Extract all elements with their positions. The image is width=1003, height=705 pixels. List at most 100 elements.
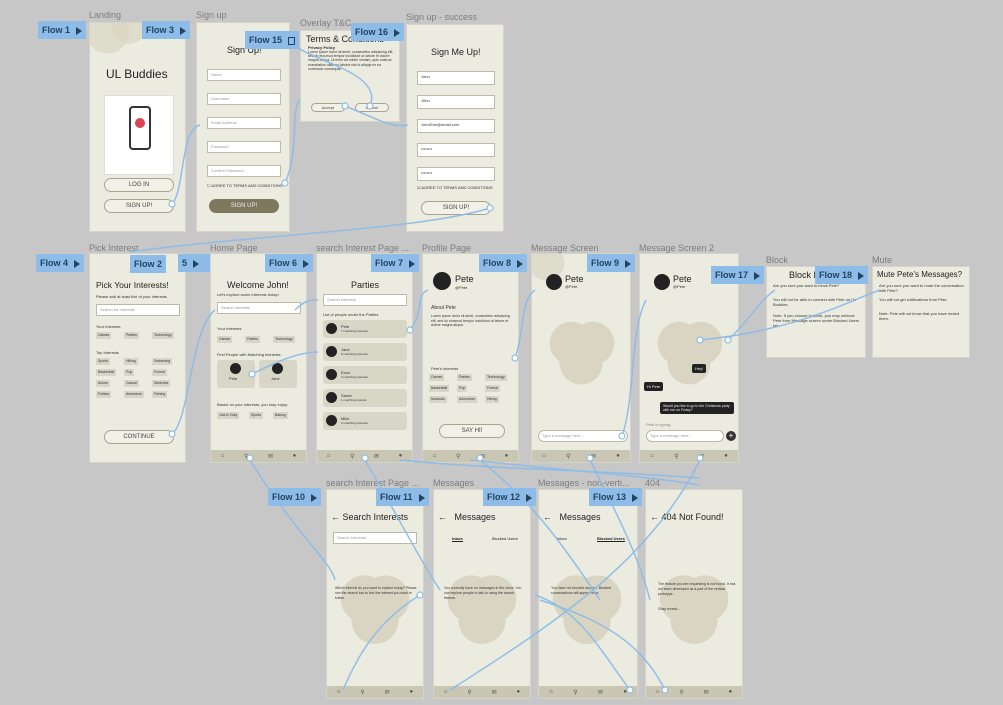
top-chip[interactable]: Sketches: [152, 380, 171, 387]
flow-start-tag[interactable]: Flow 1: [38, 21, 87, 39]
say-hi-button[interactable]: SAY HI!: [439, 424, 505, 438]
back-arrow-icon[interactable]: ←: [438, 512, 447, 522]
home-icon[interactable]: ⌂: [549, 689, 553, 695]
list-item[interactable]: Jane 5 matching interests: [323, 343, 407, 361]
search-interests-screen[interactable]: ← Search Interests Search interests Whic…: [326, 489, 424, 699]
search-icon[interactable]: ⚲: [467, 689, 471, 696]
tab-inbox[interactable]: Inbox: [452, 536, 463, 542]
flow-start-tag[interactable]: Flow 11: [376, 488, 429, 506]
top-chip[interactable]: Formal: [152, 369, 167, 376]
top-chip[interactable]: Fishing: [152, 391, 168, 398]
messages-icon[interactable]: ✉: [598, 689, 603, 696]
message2-input[interactable]: Type a message here...: [646, 430, 724, 442]
messages-blocked-screen[interactable]: ← Messages Inbox Blocked Users You have …: [538, 489, 638, 699]
list-item[interactable]: Enzo 3 matching interests: [323, 366, 407, 384]
list-item[interactable]: Mike 2 matching interests: [323, 412, 407, 430]
name-field[interactable]: Name: [207, 69, 281, 81]
bottom-nav[interactable]: ⌂ ⚲ ✉ ●: [646, 686, 742, 698]
home-icon[interactable]: ⌂: [327, 453, 331, 459]
success-username-field[interactable]: J0hn: [417, 95, 495, 109]
list-item[interactable]: Sarah 1 matching interest: [323, 389, 407, 407]
home-chip[interactable]: Games: [217, 336, 233, 343]
flow-start-tag[interactable]: Flow 4: [36, 254, 85, 272]
bottom-nav[interactable]: ⌂ ⚲ ✉ ●: [317, 450, 412, 462]
bottom-nav[interactable]: ⌂ ⚲ ✉ ●: [532, 450, 630, 462]
search-icon[interactable]: ⚲: [566, 453, 570, 460]
search-icon[interactable]: ⚲: [360, 689, 364, 696]
person-card-pete[interactable]: Pete: [217, 360, 255, 388]
message-input[interactable]: Type a message here...: [538, 430, 628, 442]
landing-screen[interactable]: UL Buddies LOG IN SIGN UP!: [89, 22, 186, 232]
back-arrow-icon[interactable]: ←: [543, 512, 552, 522]
username-field[interactable]: Username: [207, 93, 281, 105]
search-icon[interactable]: ⚲: [456, 453, 460, 460]
back-arrow-icon[interactable]: ←: [331, 512, 340, 522]
bottom-nav[interactable]: ⌂ ⚲ ✉ ●: [539, 686, 637, 698]
home-screen[interactable]: Welcome John! Let's explore some interes…: [210, 253, 307, 463]
pick-chip[interactable]: Games: [96, 332, 112, 339]
profile-icon[interactable]: ●: [724, 453, 728, 459]
top-chip[interactable]: Pop: [124, 369, 135, 376]
pick-interest-screen[interactable]: Pick Your Interests! Please add at least…: [89, 253, 186, 463]
signup-success-screen[interactable]: Sign Me Up! John J0hn JohnDoe@email.com …: [406, 24, 504, 232]
success-confirm-field[interactable]: ••••••••: [417, 167, 495, 181]
success-agree-checkbox[interactable]: ☑ AGREE TO TERMS AND CONDITIONS: [417, 185, 493, 190]
success-password-field[interactable]: ••••••••: [417, 143, 495, 157]
profile-icon[interactable]: ●: [293, 453, 297, 459]
not-found-screen[interactable]: ← 404 Not Found! The feature you are req…: [645, 489, 743, 699]
home-icon[interactable]: ⌂: [656, 689, 660, 695]
bottom-nav[interactable]: ⌂ ⚲ ✉ ●: [434, 686, 530, 698]
tab-blocked-users[interactable]: Blocked Users: [492, 536, 518, 541]
flow-start-tag[interactable]: Flow 13: [589, 488, 643, 506]
top-chip[interactable]: Casual: [124, 380, 139, 387]
bottom-nav[interactable]: ⌂ ⚲ ✉ ●: [211, 450, 306, 462]
flow-start-tag[interactable]: Flow 9: [587, 254, 636, 272]
email-field[interactable]: Email Address: [207, 117, 281, 129]
message-screen[interactable]: Pete @Pete Type a message here... ⌂ ⚲ ✉ ●: [531, 253, 631, 463]
bottom-nav[interactable]: ⌂ ⚲ ✉ ●: [423, 450, 518, 462]
pick-search-input[interactable]: Search for interests: [96, 304, 180, 316]
password-field[interactable]: Password: [207, 141, 281, 153]
flow-start-tag[interactable]: Flow 7: [371, 254, 420, 272]
home-icon[interactable]: ⌂: [337, 689, 341, 695]
cancel-button[interactable]: Cancel: [355, 103, 389, 112]
pick-chip[interactable]: Technology: [152, 332, 174, 339]
messages-icon[interactable]: ✉: [480, 453, 485, 460]
profile-screen[interactable]: Pete @Pete About Pete Lorem ipsum dolor …: [422, 253, 519, 463]
flow-start-tag[interactable]: Flow 2: [130, 255, 167, 273]
tab-blocked-users[interactable]: Blocked Users: [597, 536, 625, 542]
messages-icon[interactable]: ✉: [591, 453, 596, 460]
search-icon[interactable]: ⚲: [244, 453, 248, 460]
home-search-input[interactable]: Search Interests: [217, 302, 301, 314]
add-icon[interactable]: +: [726, 431, 736, 441]
top-chip[interactable]: Hiking: [124, 358, 138, 365]
signup-button[interactable]: SIGN UP!: [104, 199, 174, 213]
home-icon[interactable]: ⌂: [433, 453, 437, 459]
home-icon[interactable]: ⌂: [542, 453, 546, 459]
flow-start-tag[interactable]: Flow 15: [245, 31, 300, 49]
flow-start-tag[interactable]: Flow 6: [265, 254, 314, 272]
flow-start-tag[interactable]: Flow 8: [479, 254, 528, 272]
flow-start-tag[interactable]: Flow 16: [351, 23, 405, 41]
messages-icon[interactable]: ✉: [385, 689, 390, 696]
suggest-chip[interactable]: Just in Duty: [217, 412, 240, 419]
login-button[interactable]: LOG IN: [104, 178, 174, 192]
signup-screen[interactable]: Sign Up! Name Username Email Address Pas…: [196, 22, 290, 232]
flow-start-tag[interactable]: Flow 18: [815, 266, 869, 284]
messages-inbox-screen[interactable]: ← Messages Inbox Blocked Users You curre…: [433, 489, 531, 699]
messages-icon[interactable]: ✉: [699, 453, 704, 460]
success-email-field[interactable]: JohnDoe@email.com: [417, 119, 495, 133]
search2-input[interactable]: Search interests: [333, 532, 417, 544]
profile-icon[interactable]: ●: [399, 453, 403, 459]
search-icon[interactable]: ⚲: [573, 689, 577, 696]
suggest-chip[interactable]: Sports: [249, 412, 264, 419]
success-name-field[interactable]: John: [417, 71, 495, 85]
messages-icon[interactable]: ✉: [492, 689, 497, 696]
back-arrow-icon[interactable]: ←: [650, 512, 659, 522]
profile-icon[interactable]: ●: [409, 689, 413, 695]
flow-start-tag[interactable]: 5: [178, 254, 210, 272]
pick-chip[interactable]: Parties: [124, 332, 139, 339]
home-chip[interactable]: Technology: [273, 336, 295, 343]
messages-icon[interactable]: ✉: [374, 453, 379, 460]
success-signup-button[interactable]: SIGN UP!: [421, 201, 491, 215]
